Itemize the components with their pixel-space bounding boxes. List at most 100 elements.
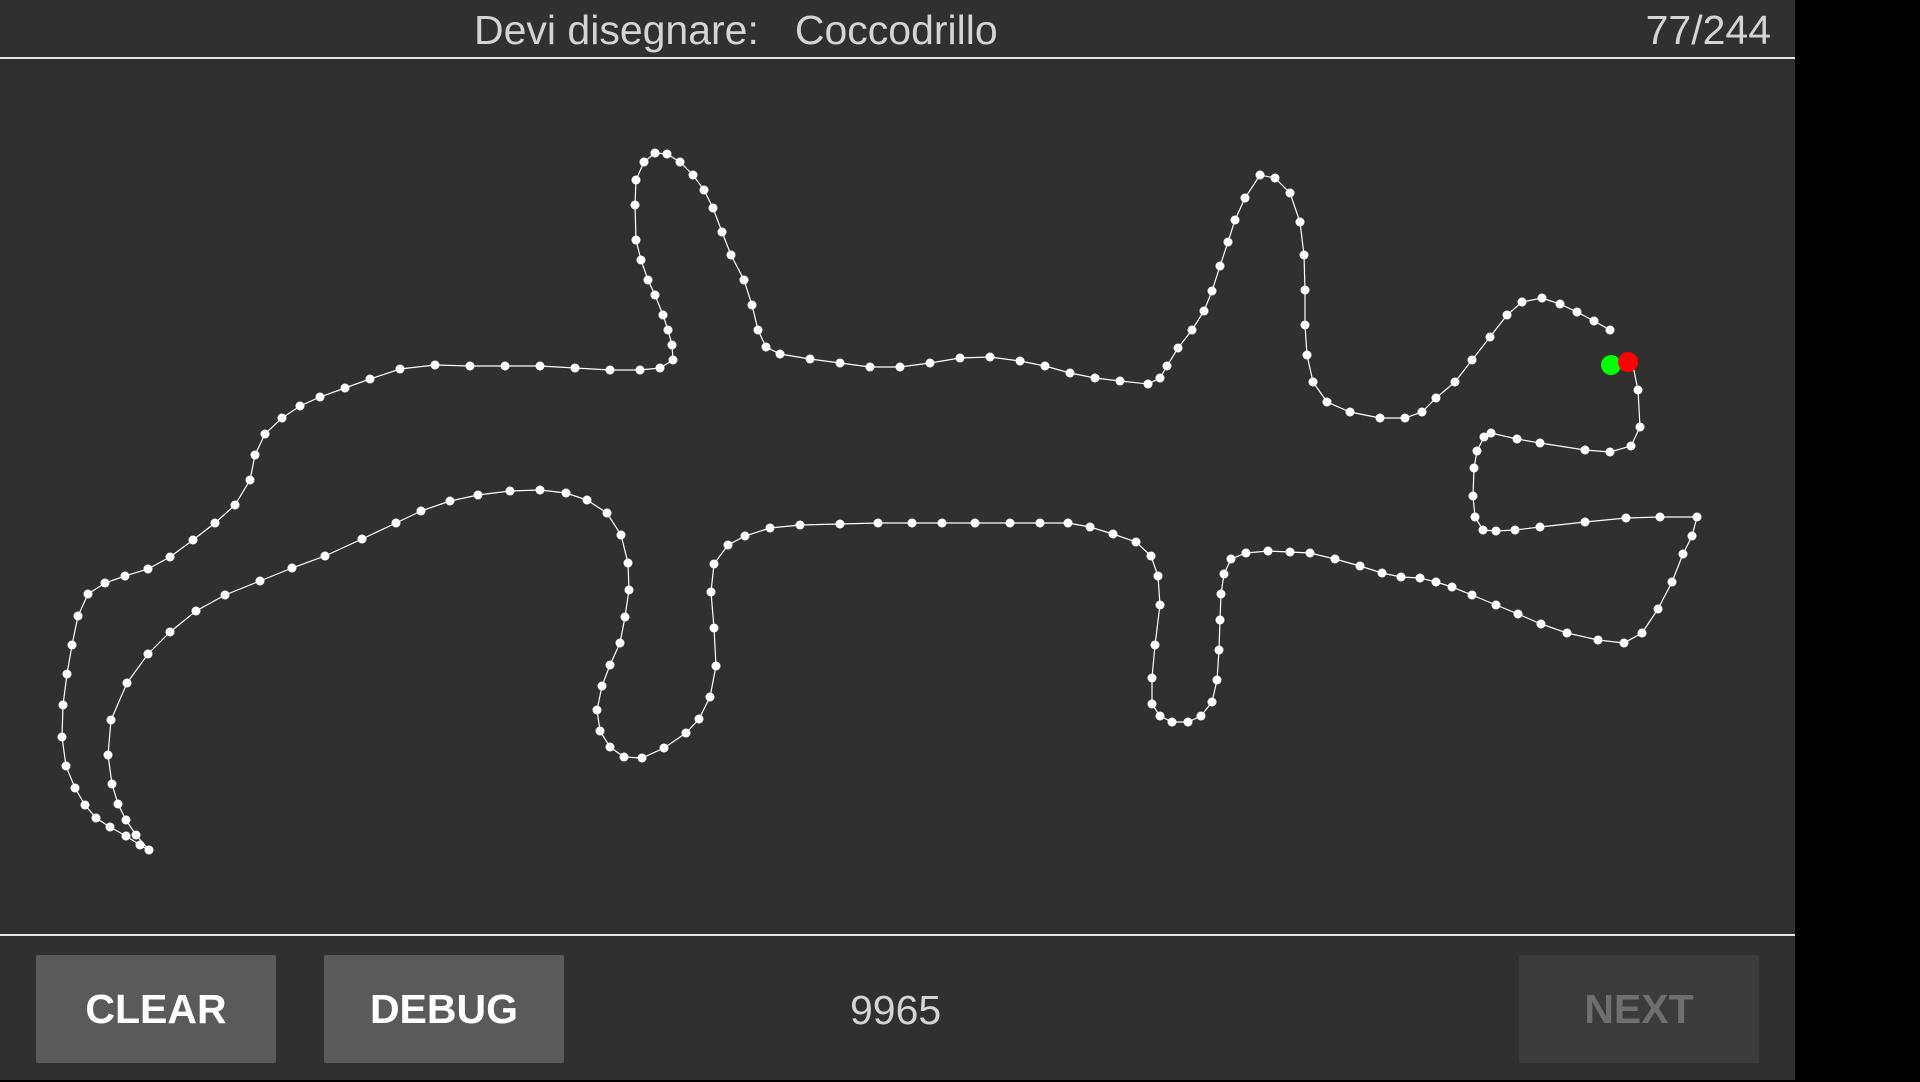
side-strip: [1795, 0, 1920, 1080]
stroke-point: [1355, 561, 1365, 571]
stroke-point: [835, 358, 845, 368]
stroke-point: [711, 661, 721, 671]
stroke-point: [1085, 522, 1095, 532]
stroke-point: [1375, 413, 1385, 423]
stroke-point: [1619, 638, 1629, 648]
stroke-point: [1240, 193, 1250, 203]
stroke-point: [761, 342, 771, 352]
stroke-point: [985, 352, 995, 362]
stroke-point: [1535, 438, 1545, 448]
stroke-point: [165, 627, 175, 637]
stroke-point: [445, 496, 455, 506]
stroke-point: [873, 518, 883, 528]
stroke-point: [615, 638, 625, 648]
stroke-point: [1653, 604, 1663, 614]
stroke-point: [726, 250, 736, 260]
stroke-point: [277, 413, 287, 423]
stroke-point: [1485, 332, 1495, 342]
stroke-point: [605, 660, 615, 670]
stroke-point: [1162, 361, 1172, 371]
next-button[interactable]: NEXT: [1519, 955, 1759, 1063]
stroke-point: [1417, 407, 1427, 417]
stroke-point: [955, 353, 965, 363]
stroke-point: [1537, 293, 1547, 303]
debug-button[interactable]: DEBUG: [324, 955, 564, 1063]
stroke-point: [1295, 217, 1305, 227]
stroke-point: [1005, 518, 1015, 528]
stroke-point: [1467, 355, 1477, 365]
stroke-point: [465, 361, 475, 371]
stroke-point: [1431, 577, 1441, 587]
stroke-point: [105, 822, 115, 832]
stroke-point: [1187, 325, 1197, 335]
stroke-point: [135, 840, 145, 850]
stroke-point: [315, 392, 325, 402]
stroke-point: [1512, 434, 1522, 444]
stroke-point: [895, 362, 905, 372]
stroke-point: [708, 203, 718, 213]
stroke-point: [103, 750, 113, 760]
stroke-point: [694, 714, 704, 724]
progress-counter: 77/244: [1645, 7, 1771, 53]
stroke-point: [188, 535, 198, 545]
stroke-point: [1517, 297, 1527, 307]
stroke-point: [639, 157, 649, 167]
stroke-point: [753, 325, 763, 335]
drawing-points: [57, 148, 1702, 855]
stroke-point: [602, 508, 612, 518]
stroke-point: [1345, 407, 1355, 417]
stroke-point: [255, 576, 265, 586]
stroke-point: [91, 813, 101, 823]
drawing-canvas[interactable]: [0, 59, 1795, 934]
stroke-point: [937, 518, 947, 528]
stroke-point: [835, 519, 845, 529]
stroke-point: [1285, 547, 1295, 557]
stroke-point: [1115, 376, 1125, 386]
stroke-point: [699, 185, 709, 195]
stroke-point: [658, 310, 668, 320]
stroke-point: [1241, 548, 1251, 558]
stroke-point: [473, 490, 483, 500]
stroke-point: [1589, 316, 1599, 326]
stroke-point: [688, 170, 698, 180]
stroke-point: [1667, 577, 1677, 587]
stroke-point: [765, 523, 775, 533]
stroke-point: [1167, 717, 1177, 727]
stroke-point: [667, 340, 677, 350]
stroke-point: [122, 678, 132, 688]
clear-button[interactable]: CLEAR: [36, 955, 276, 1063]
stroke-point: [395, 364, 405, 374]
stroke-point: [1300, 320, 1310, 330]
stroke-point: [1633, 385, 1643, 395]
stroke-point: [1510, 525, 1520, 535]
stroke-point: [391, 518, 401, 528]
stroke-point: [595, 726, 605, 736]
stroke-point: [668, 355, 678, 365]
stroke-point: [1146, 551, 1156, 561]
stroke-point: [1147, 699, 1157, 709]
stroke-point: [605, 365, 615, 375]
stroke-point: [1562, 628, 1572, 638]
stroke-point: [1472, 446, 1482, 456]
stroke-point: [1155, 711, 1165, 721]
stroke-point: [1555, 299, 1565, 309]
stroke-point: [1207, 286, 1217, 296]
stroke-point: [80, 800, 90, 810]
stroke-point: [1147, 673, 1157, 683]
stroke-point: [805, 354, 815, 364]
stroke-point: [1635, 422, 1645, 432]
stroke-point: [1396, 572, 1406, 582]
stroke-point: [1285, 188, 1295, 198]
stroke-point: [1330, 554, 1340, 564]
stroke-point: [120, 571, 130, 581]
stroke-point: [605, 742, 615, 752]
stroke-point: [631, 235, 641, 245]
stroke-point: [1322, 397, 1332, 407]
stroke-point: [131, 830, 141, 840]
stroke-point: [1535, 522, 1545, 532]
stroke-point: [1035, 518, 1045, 528]
stroke-point: [1377, 568, 1387, 578]
stroke-point: [907, 518, 917, 528]
stroke-point: [723, 540, 733, 550]
stroke-point: [1450, 377, 1460, 387]
